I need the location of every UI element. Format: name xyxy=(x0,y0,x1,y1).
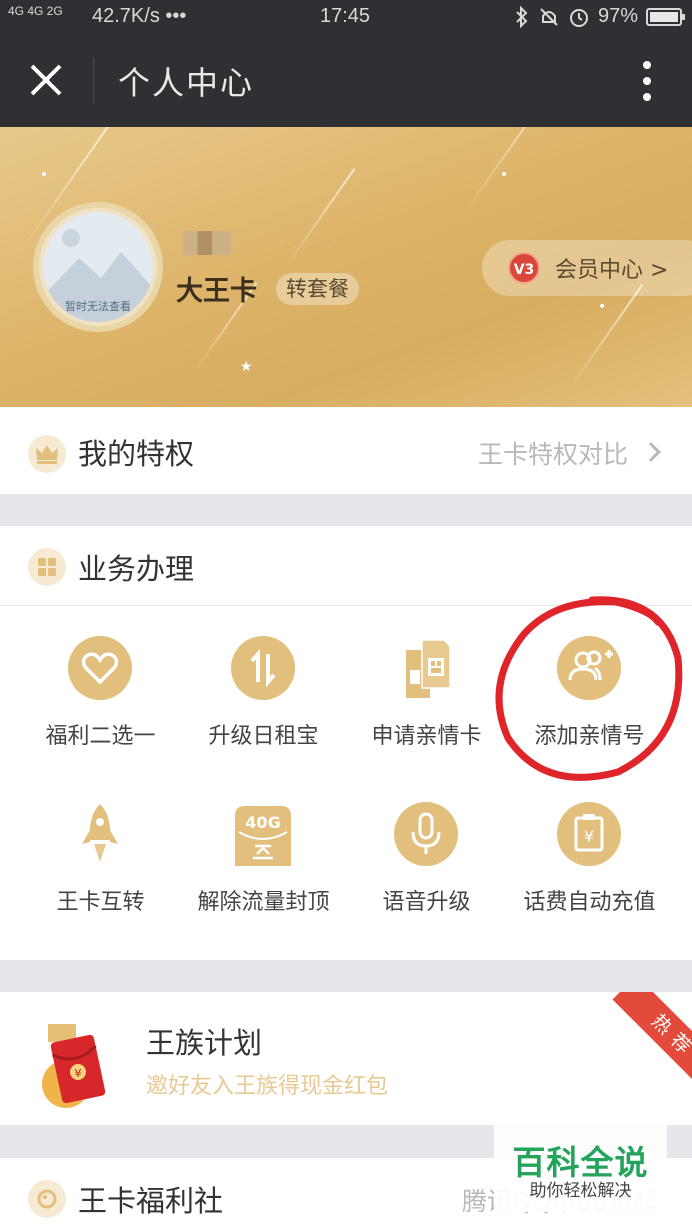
close-icon[interactable] xyxy=(24,58,68,102)
service-label: 话费自动充值 xyxy=(523,890,656,915)
service-card-transfer[interactable]: 王卡互转 xyxy=(14,802,187,952)
member-center-label: 会员中心 > xyxy=(555,258,669,283)
data-badge: 40G xyxy=(245,813,280,832)
service-label: 申请亲情卡 xyxy=(371,724,482,749)
battery-percent: 97% xyxy=(597,5,638,27)
service-auto-recharge[interactable]: ¥ 话费自动充值 xyxy=(503,802,676,952)
site-watermark: 百科全说 助你轻松解决 xyxy=(494,1124,667,1212)
status-bar: 4G 4G 2G 42.7K/s ••• 17:45 97% xyxy=(0,0,692,34)
promo-subtitle: 邀好友入王族得现金红包 xyxy=(146,1074,389,1099)
title-bar: 个人中心 xyxy=(0,34,692,127)
privilege-title: 我的特权 xyxy=(78,437,195,471)
red-envelope-icon: ¥ xyxy=(26,1010,126,1110)
grid-icon xyxy=(28,548,66,586)
service-welfare-choice[interactable]: 福利二选一 xyxy=(14,636,187,786)
data-40g-icon: 40G xyxy=(231,802,295,866)
decor-star: • xyxy=(500,167,509,183)
service-label: 解除流量封顶 xyxy=(197,890,330,915)
chevron-right-icon xyxy=(641,442,661,462)
status-icons: 97% xyxy=(514,5,685,28)
watermark-subtitle: 助你轻松解决 xyxy=(529,1181,632,1201)
service-label: 福利二选一 xyxy=(45,724,156,749)
promo-title: 王族计划 xyxy=(146,1026,263,1060)
svg-text:¥: ¥ xyxy=(584,827,594,846)
decor-star: • xyxy=(40,167,49,183)
avatar-caption: 暂时无法查看 xyxy=(65,300,131,313)
privilege-compare-link[interactable]: 王卡特权对比 xyxy=(478,435,628,471)
hot-ribbon-label: 热荐 xyxy=(612,992,692,1088)
bluetooth-icon xyxy=(516,5,528,28)
title-divider xyxy=(93,58,94,104)
alarm-icon xyxy=(569,8,588,27)
hot-recommend-ribbon: 热荐 xyxy=(596,992,692,1088)
service-remove-data-cap[interactable]: 40G 解除流量封顶 xyxy=(177,802,350,952)
member-center-button[interactable]: V3 会员中心 > xyxy=(482,240,692,296)
decor-star: ★ xyxy=(240,359,253,375)
crown-icon xyxy=(28,435,66,473)
promo-banner[interactable]: ¥ 王族计划 邀好友入王族得现金红包 热荐 xyxy=(0,992,692,1125)
service-upgrade-daily[interactable]: 升级日租宝 xyxy=(177,636,350,786)
more-vertical-icon[interactable] xyxy=(642,60,652,102)
mute-icon xyxy=(540,7,558,26)
swap-arrows-icon xyxy=(231,636,295,700)
rocket-icon xyxy=(68,802,132,866)
card-plan-name: 大王卡 xyxy=(176,276,257,307)
privilege-row[interactable]: 我的特权 王卡特权对比 xyxy=(0,407,692,494)
masked-number: - - - - xyxy=(285,237,366,256)
service-add-family-number[interactable]: 添加亲情号 xyxy=(503,636,676,786)
vip-level-badge: V3 xyxy=(508,252,540,284)
microphone-icon xyxy=(394,802,458,866)
signal-indicator: 4G 4G 2G xyxy=(8,4,63,18)
avatar-placeholder: 暂时无法查看 xyxy=(43,212,153,322)
network-speed: 42.7K/s ••• xyxy=(92,5,187,27)
blurred-username xyxy=(183,231,231,255)
svg-text:¥: ¥ xyxy=(75,1067,82,1080)
add-user-icon xyxy=(557,636,621,700)
switch-package-button[interactable]: 转套餐 xyxy=(276,273,359,305)
services-panel: 业务办理 福利二选一 升级日租宝 申请亲情卡 添加亲情号 王卡互转 40G 解除… xyxy=(0,526,692,960)
service-label: 升级日租宝 xyxy=(208,724,319,749)
bill-yuan-icon: ¥ xyxy=(557,802,621,866)
service-family-card[interactable]: 申请亲情卡 xyxy=(340,636,513,786)
services-header: 业务办理 xyxy=(0,526,692,606)
service-voice-upgrade[interactable]: 语音升级 xyxy=(340,802,513,952)
welfare-title: 王卡福利社 xyxy=(78,1184,224,1218)
battery-icon xyxy=(646,7,685,26)
sim-card-icon xyxy=(394,636,458,700)
gift-icon xyxy=(28,1180,66,1218)
decor-streak xyxy=(463,127,557,215)
services-title: 业务办理 xyxy=(78,552,195,586)
page-title: 个人中心 xyxy=(118,64,255,102)
avatar[interactable]: 暂时无法查看 xyxy=(33,202,163,332)
profile-banner: • • ★ • 暂时无法查看 - - - - 大王卡 转套餐 V3 会员中心 > xyxy=(0,127,692,407)
service-label: 添加亲情号 xyxy=(534,724,645,749)
service-label: 语音升级 xyxy=(382,890,471,915)
decor-star: • xyxy=(598,299,607,315)
heart-icon xyxy=(68,636,132,700)
status-time: 17:45 xyxy=(320,5,371,27)
service-label: 王卡互转 xyxy=(56,890,145,915)
